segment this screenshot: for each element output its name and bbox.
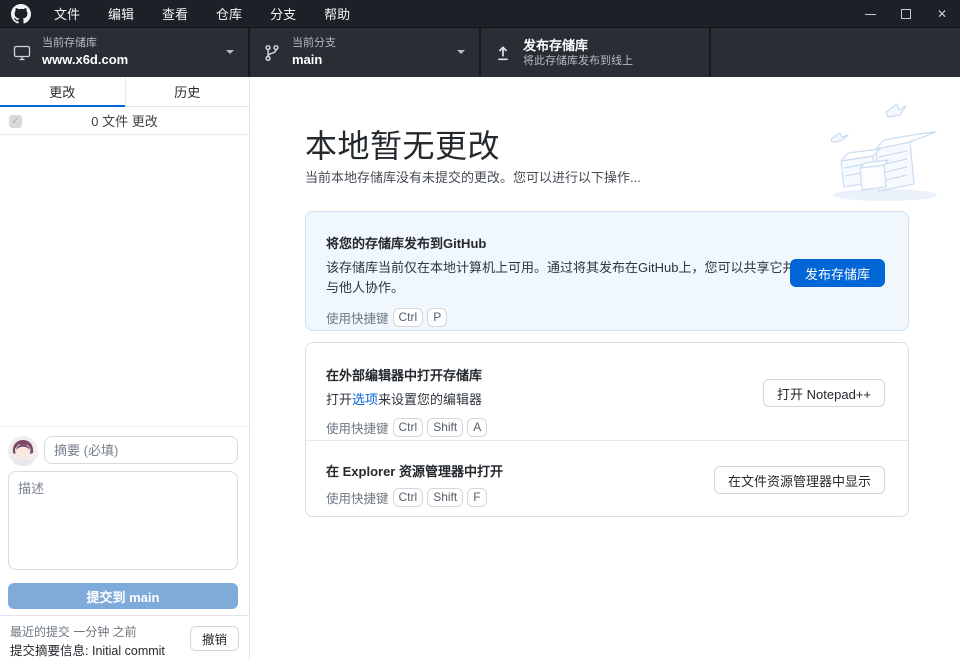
options-link[interactable]: 选项: [352, 392, 378, 407]
main-content: 本地暂无更改 当前本地存储库没有未提交的更改。您可以进行以下操作... 将您的存…: [250, 77, 960, 660]
editor-body-suffix: 来设置您的编辑器: [378, 392, 482, 407]
branch-name: main: [292, 52, 336, 68]
kbd-p: P: [427, 308, 447, 327]
app-window: 文件 编辑 查看 仓库 分支 帮助 ✕ 当前存储库 www.x6d.com 当: [0, 0, 960, 660]
publish-card-body: 该存储库当前仅在本地计算机上可用。通过将其发布在GitHub上，您可以共享它并与…: [326, 258, 806, 298]
chevron-down-icon: [457, 50, 465, 54]
undo-button[interactable]: 撤销: [190, 626, 239, 651]
maximize-icon: [901, 9, 911, 19]
commit-description-input[interactable]: [8, 471, 238, 570]
kbd-ctrl: Ctrl: [393, 418, 424, 437]
menu-branch[interactable]: 分支: [256, 0, 310, 27]
paper-boxes-illustration: [813, 97, 948, 207]
open-in-editor-row: 在外部编辑器中打开存储库 打开选项来设置您的编辑器 使用快捷键 Ctrl Shi…: [306, 343, 908, 441]
actions-card: 在外部编辑器中打开存储库 打开选项来设置您的编辑器 使用快捷键 Ctrl Shi…: [305, 342, 909, 517]
show-in-explorer-button[interactable]: 在文件资源管理器中显示: [714, 466, 885, 494]
recent-commit-time: 最近的提交 一分钟 之前: [10, 623, 137, 640]
kbd-f: F: [467, 488, 486, 507]
repository-name: www.x6d.com: [42, 52, 128, 68]
menu-help[interactable]: 帮助: [310, 0, 364, 27]
commit-to-main-button[interactable]: 提交到 main: [8, 583, 238, 609]
current-branch-dropdown[interactable]: 当前分支 main: [250, 28, 479, 77]
files-changed-count: 0 文件 更改: [91, 111, 157, 130]
page-title: 本地暂无更改: [305, 121, 500, 167]
publish-repository-button[interactable]: 发布存储库: [790, 259, 885, 287]
open-editor-button[interactable]: 打开 Notepad++: [763, 379, 885, 407]
editor-body-prefix: 打开: [326, 392, 352, 407]
shortcut-label: 使用快捷键: [326, 418, 389, 437]
publish-card: 将您的存储库发布到GitHub 该存储库当前仅在本地计算机上可用。通过将其发布在…: [305, 211, 909, 331]
select-all-checkbox[interactable]: ✓: [9, 115, 22, 128]
kbd-ctrl: Ctrl: [393, 488, 424, 507]
menu-edit[interactable]: 编辑: [94, 0, 148, 27]
user-avatar: [8, 436, 38, 466]
minimize-button[interactable]: [852, 0, 888, 28]
publish-repository-toolbar-button[interactable]: 发布存储库 将此存储库发布到线上: [481, 28, 709, 77]
repository-label: 当前存储库: [42, 37, 128, 51]
menu-bar: 文件 编辑 查看 仓库 分支 帮助: [40, 0, 364, 27]
chevron-down-icon: [226, 50, 234, 54]
current-repository-dropdown[interactable]: 当前存储库 www.x6d.com: [0, 28, 248, 77]
kbd-shift: Shift: [427, 418, 463, 437]
recent-commit-bar: 最近的提交 一分钟 之前 提交摘要信息: Initial commit 撤销: [0, 615, 249, 660]
changed-files-row: ✓ 0 文件 更改: [0, 107, 249, 135]
sidebar: 更改 历史 ✓ 0 文件 更改 提交到 main 最近的提交 一分钟 之前 提交…: [0, 77, 250, 660]
recent-commit-message: 提交摘要信息: Initial commit: [10, 640, 165, 659]
open-in-explorer-row: 在 Explorer 资源管理器中打开 使用快捷键 Ctrl Shift F 在…: [306, 441, 908, 517]
tab-changes[interactable]: 更改: [0, 77, 125, 106]
close-button[interactable]: ✕: [924, 0, 960, 28]
toolbar: 当前存储库 www.x6d.com 当前分支 main 发布存储库 将此存储库发…: [0, 28, 960, 77]
page-subtitle: 当前本地存储库没有未提交的更改。您可以进行以下操作...: [305, 167, 641, 186]
shortcut-label: 使用快捷键: [326, 488, 389, 507]
title-bar: 文件 编辑 查看 仓库 分支 帮助 ✕: [0, 0, 960, 28]
kbd-shift: Shift: [427, 488, 463, 507]
git-branch-icon: [263, 44, 281, 62]
sidebar-tabs: 更改 历史: [0, 77, 249, 107]
window-controls: ✕: [852, 0, 960, 28]
publish-title: 发布存储库: [523, 38, 633, 54]
publish-card-title: 将您的存储库发布到GitHub: [326, 233, 888, 252]
github-logo-icon: [10, 3, 32, 25]
menu-view[interactable]: 查看: [148, 0, 202, 27]
minimize-icon: [865, 14, 876, 15]
branch-text: 当前分支 main: [292, 37, 336, 68]
toolbar-divider: [709, 28, 711, 77]
editor-row-shortcut: 使用快捷键 Ctrl Shift A: [326, 418, 888, 437]
upload-icon: [494, 44, 512, 62]
publish-subtitle: 将此存储库发布到线上: [523, 55, 633, 69]
kbd-a: A: [467, 418, 487, 437]
close-icon: ✕: [937, 8, 947, 20]
publish-card-shortcut: 使用快捷键 Ctrl P: [326, 308, 888, 327]
monitor-icon: [13, 44, 31, 62]
repository-text: 当前存储库 www.x6d.com: [42, 37, 128, 68]
menu-repository[interactable]: 仓库: [202, 0, 256, 27]
commit-form: 提交到 main: [0, 426, 249, 615]
commit-summary-input[interactable]: [44, 436, 238, 464]
maximize-button[interactable]: [888, 0, 924, 28]
branch-label: 当前分支: [292, 37, 336, 51]
menu-file[interactable]: 文件: [40, 0, 94, 27]
recent-commit-message-text: Initial commit: [92, 644, 165, 658]
shortcut-label: 使用快捷键: [326, 308, 389, 327]
publish-text: 发布存储库 将此存储库发布到线上: [523, 37, 633, 69]
recent-commit-message-label: 提交摘要信息:: [10, 644, 88, 658]
kbd-ctrl: Ctrl: [393, 308, 424, 327]
tab-history[interactable]: 历史: [125, 77, 250, 106]
